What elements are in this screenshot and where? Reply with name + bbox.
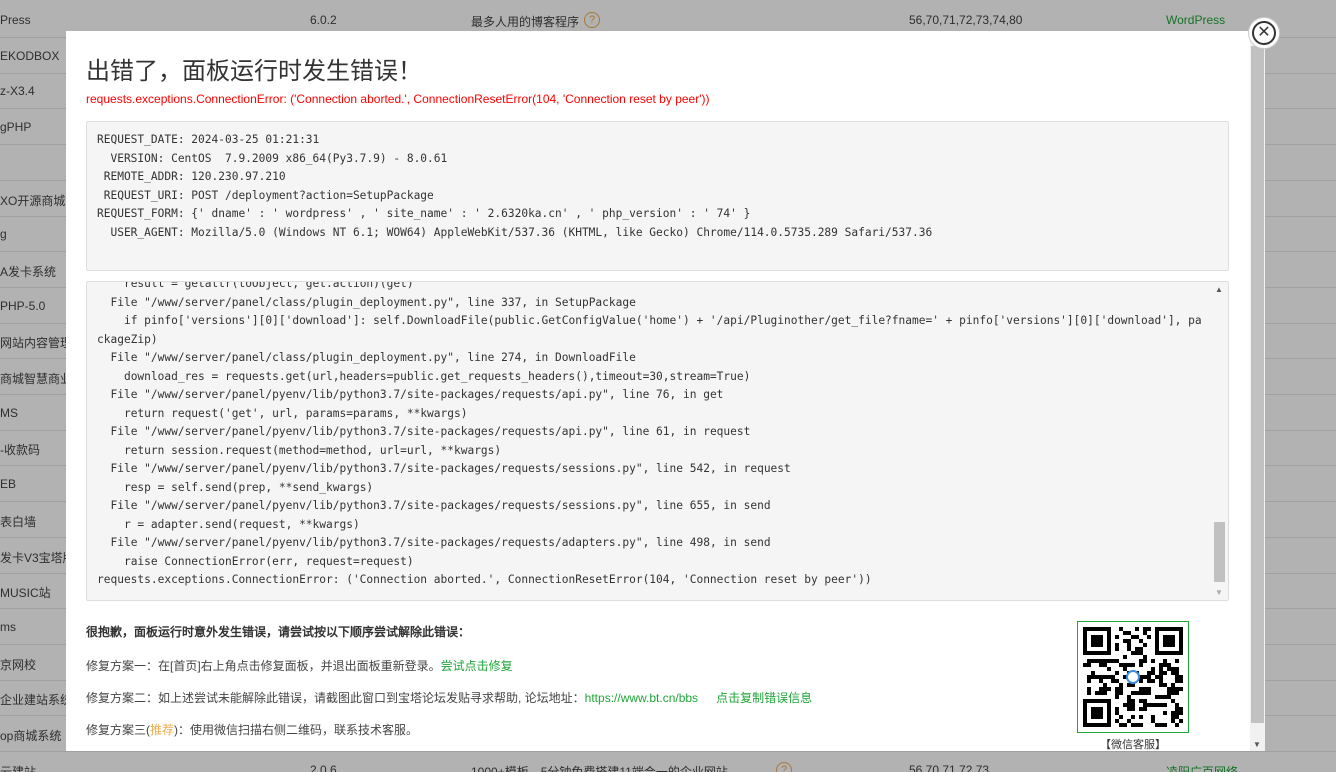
traceback-line: File "/www/server/panel/pyenv/lib/python… bbox=[97, 462, 791, 475]
traceback-line: download_res = requests.get(url,headers=… bbox=[97, 369, 751, 383]
recommend-label: 推荐 bbox=[150, 723, 175, 737]
traceback-line: File "/www/server/panel/pyenv/lib/python… bbox=[97, 536, 771, 549]
request-info-line: REQUEST_FORM: {' dname' : ' wordpress' ,… bbox=[97, 207, 751, 220]
traceback-line: r = adapter.send(request, **kwargs) bbox=[97, 517, 360, 531]
traceback-panel[interactable]: result = getattr(toObject, get.action)(g… bbox=[86, 281, 1229, 601]
wechat-qr-code bbox=[1077, 621, 1189, 733]
fix-option-2: 修复方案二：如上述尝试未能解除此错误，请截图此窗口到宝塔论坛发贴寻求帮助, 论坛… bbox=[86, 689, 812, 706]
traceback-line: return session.request(method=method, ur… bbox=[97, 443, 502, 457]
close-icon[interactable]: ✕ bbox=[1252, 21, 1276, 45]
traceback-line: if pinfo['versions'][0]['download']: sel… bbox=[97, 314, 1202, 346]
dialog-title: 出错了，面板运行时发生错误！ bbox=[86, 58, 422, 85]
traceback-line: return request('get', url, params=params… bbox=[97, 406, 468, 420]
traceback-line: resp = self.send(prep, **send_kwargs) bbox=[97, 480, 374, 494]
fix-option-2-text: 修复方案二：如上述尝试未能解除此错误，请截图此窗口到宝塔论坛发贴寻求帮助, 论坛… bbox=[86, 691, 585, 705]
fix-option-3-suffix: )：使用微信扫描右侧二维码，联系技术客服。 bbox=[174, 723, 419, 737]
request-info-line: REQUEST_DATE: 2024-03-25 01:21:31 bbox=[97, 133, 320, 146]
fix-option-1-text: 修复方案一：在[首页]右上角点击修复面板，并退出面板重新登录。 bbox=[86, 659, 441, 673]
fix-option-1: 修复方案一：在[首页]右上角点击修复面板，并退出面板重新登录。尝试点击修复 bbox=[86, 657, 513, 674]
request-info-line: REQUEST_URI: POST /deployment?action=Set… bbox=[97, 188, 434, 202]
error-message: requests.exceptions.ConnectionError: ('C… bbox=[86, 92, 710, 106]
fix-option-3: 修复方案三(推荐)：使用微信扫描右侧二维码，联系技术客服。 bbox=[86, 721, 418, 738]
close-button[interactable]: ✕ bbox=[1249, 18, 1279, 48]
traceback-line: result = getattr(toObject, get.action)(g… bbox=[97, 281, 414, 290]
scroll-down-arrow-icon[interactable]: ▼ bbox=[1215, 588, 1223, 597]
dialog-scroll-down-icon[interactable]: ▼ bbox=[1253, 740, 1261, 749]
traceback-line: File "/www/server/panel/class/plugin_dep… bbox=[97, 295, 636, 309]
dialog-scroll-thumb[interactable] bbox=[1251, 46, 1264, 723]
traceback-content: result = getattr(toObject, get.action)(g… bbox=[97, 281, 1207, 590]
error-dialog: 出错了，面板运行时发生错误！ requests.exceptions.Conne… bbox=[66, 31, 1265, 751]
request-info-panel: REQUEST_DATE: 2024-03-25 01:21:31 VERSIO… bbox=[86, 121, 1229, 271]
fix-option-3-prefix: 修复方案三( bbox=[86, 723, 150, 737]
traceback-scrollbar[interactable]: ▲ ▼ bbox=[1211, 282, 1228, 600]
traceback-line: requests.exceptions.ConnectionError: ('C… bbox=[97, 573, 872, 586]
traceback-line: File "/www/server/panel/class/plugin_dep… bbox=[97, 351, 636, 364]
traceback-line: File "/www/server/panel/pyenv/lib/python… bbox=[97, 388, 724, 401]
traceback-line: File "/www/server/panel/pyenv/lib/python… bbox=[97, 499, 771, 512]
traceback-line: File "/www/server/panel/pyenv/lib/python… bbox=[97, 425, 751, 438]
request-info-line: USER_AGENT: Mozilla/5.0 (Windows NT 6.1;… bbox=[97, 225, 933, 239]
forum-link[interactable]: https://www.bt.cn/bbs bbox=[585, 691, 698, 705]
request-info-line: VERSION: CentOS 7.9.2009 x86_64(Py3.7.9)… bbox=[97, 151, 448, 165]
request-info-line: REMOTE_ADDR: 120.230.97.210 bbox=[97, 170, 286, 183]
qr-caption: 【微信客服】 bbox=[1100, 739, 1166, 751]
try-repair-link[interactable]: 尝试点击修复 bbox=[441, 659, 513, 673]
dialog-scrollbar[interactable]: ▼ bbox=[1250, 31, 1265, 751]
scroll-thumb[interactable] bbox=[1214, 522, 1225, 582]
traceback-line: raise ConnectionError(err, request=reque… bbox=[97, 554, 414, 568]
help-heading: 很抱歉，面板运行时意外发生错误，请尝试按以下顺序尝试解除此错误： bbox=[86, 625, 471, 639]
help-section: 很抱歉，面板运行时意外发生错误，请尝试按以下顺序尝试解除此错误： 修复方案一：在… bbox=[86, 623, 1046, 737]
scroll-up-arrow-icon[interactable]: ▲ bbox=[1215, 285, 1223, 294]
copy-error-link[interactable]: 点击复制错误信息 bbox=[716, 691, 812, 705]
